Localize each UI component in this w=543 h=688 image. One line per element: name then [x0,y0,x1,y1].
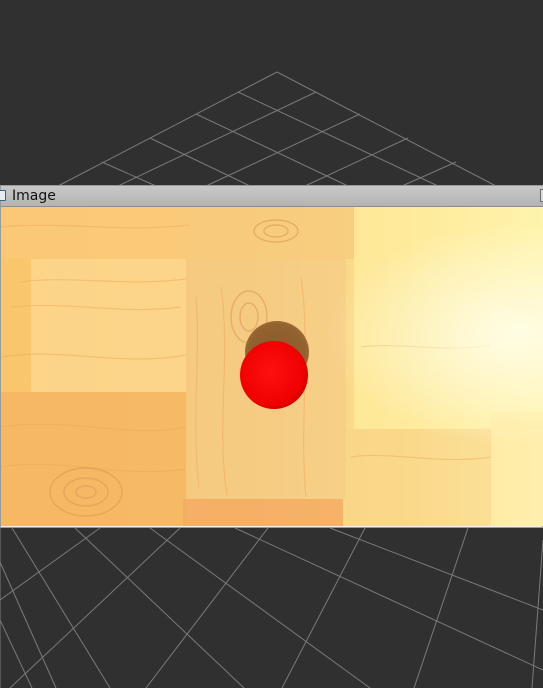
grid-line [0,619,33,688]
grid-line [74,527,245,688]
grid-line [531,539,543,688]
grid-line [149,527,371,688]
grid-line [195,113,349,187]
grid-line [276,71,497,187]
grid-line [281,527,366,688]
grid-line [237,91,439,187]
grid-line [57,71,278,187]
image-panel-title: Image [12,188,56,204]
grid-line [205,113,361,187]
grid-line [101,161,157,187]
image-panel-titlebar[interactable]: Image [0,186,543,207]
grid-line [149,137,251,187]
grid-line [304,137,409,187]
grid-line [0,561,57,688]
grid-line [413,527,469,688]
grid-line [234,527,543,671]
3d-viewport[interactable]: Image [0,0,543,688]
camera-render [1,207,543,526]
camera-image [1,207,543,526]
grid-line [145,527,269,688]
grid-line [329,527,543,611]
image-panel[interactable]: Image [0,185,543,528]
image-panel-icon [0,190,6,201]
red-ball [240,341,308,409]
grid-line [401,161,457,187]
